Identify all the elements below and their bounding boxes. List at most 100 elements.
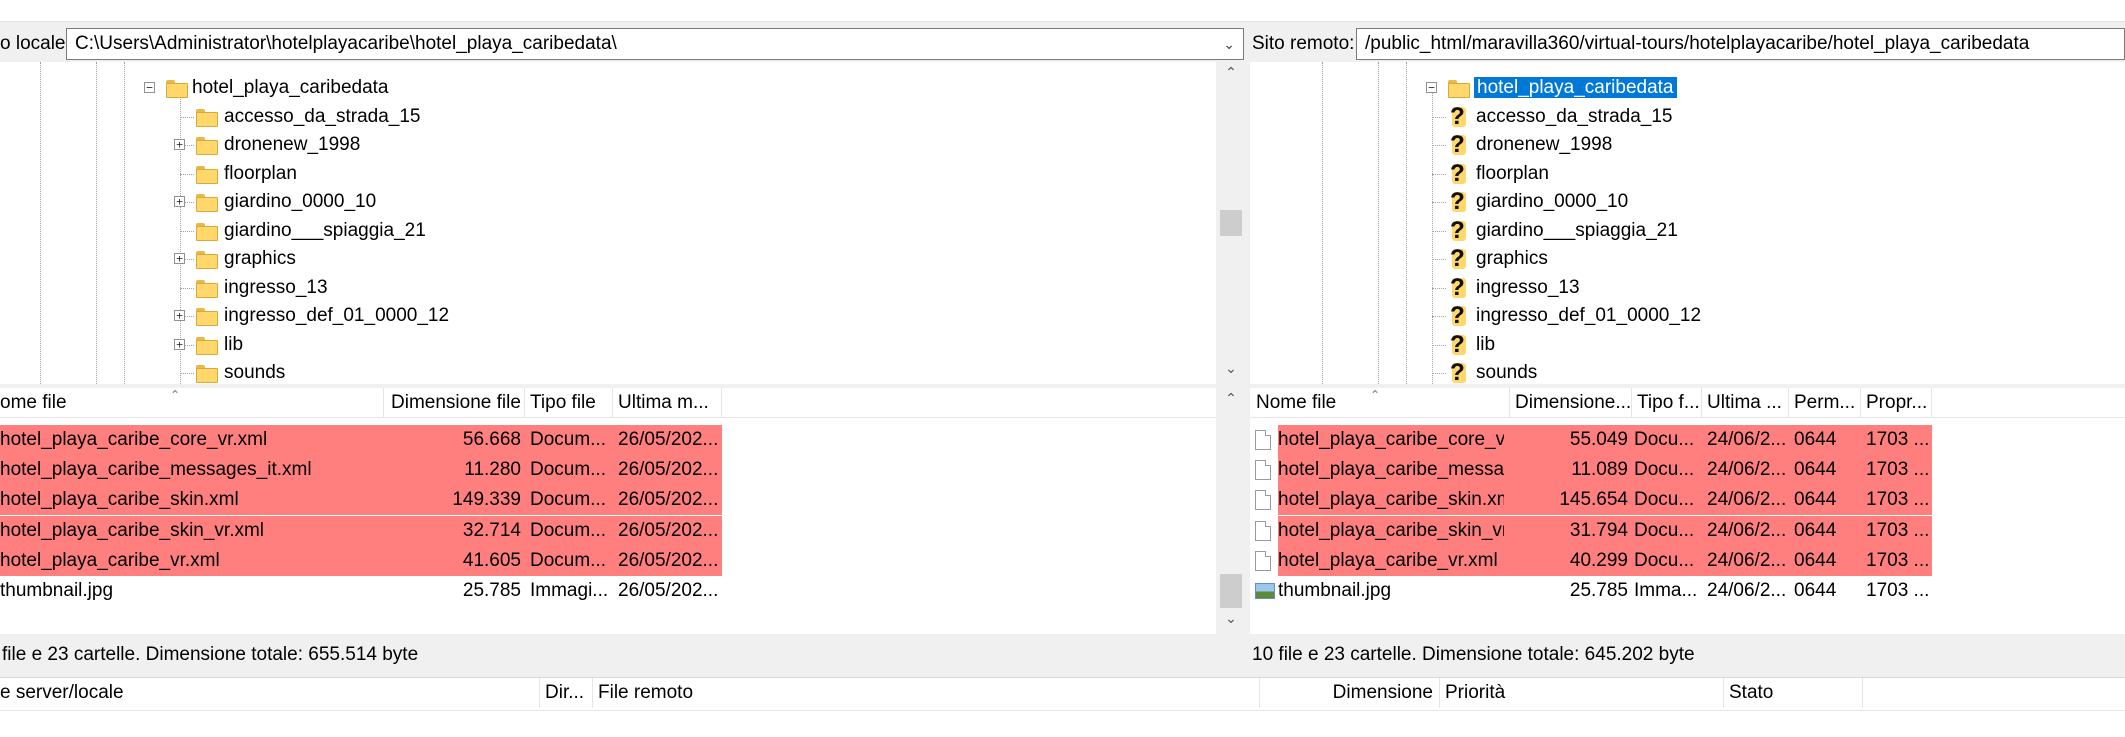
col-modified[interactable]: Ultima ... [1701, 388, 1789, 418]
collapse-icon[interactable]: − [144, 82, 155, 93]
tree-item[interactable]: dronenew_1998 [224, 131, 360, 159]
local-tree-scrollbar[interactable]: ⌃ ⌄ [1216, 62, 1246, 384]
tree-item-root[interactable]: hotel_playa_caribedata [1474, 74, 1677, 102]
file-row[interactable]: hotel_playa_caribe_core_vr.xml 56.668 Docu… [0, 425, 722, 455]
tree-item[interactable]: floorplan [224, 160, 297, 188]
file-owner: 1703 ... [1866, 580, 1930, 601]
file-icon [1255, 460, 1271, 481]
local-path-label: o locale: [0, 33, 71, 54]
queue-col-status[interactable]: Stato [1723, 678, 1863, 708]
col-size[interactable]: Dimensione file [385, 388, 525, 418]
file-row[interactable]: hotel_playa_caribe_skin_vr... 31.794 Docu.… [1255, 515, 1932, 546]
tree-item[interactable]: lib [224, 331, 243, 359]
folder-icon [196, 137, 218, 155]
expand-icon[interactable]: + [174, 338, 185, 350]
queue-col-priority[interactable]: Priorità [1439, 678, 1724, 708]
col-name[interactable]: ⌃ Nome file [1250, 388, 1510, 418]
tree-item[interactable]: floorplan [1476, 160, 1549, 188]
queue-list [0, 711, 2125, 737]
file-type: Docum... [530, 489, 607, 511]
tree-item[interactable]: dronenew_1998 [1476, 131, 1612, 159]
scroll-up-icon[interactable]: ⌃ [1216, 64, 1246, 81]
queue-col-server-local[interactable]: e server/locale [0, 678, 540, 708]
scroll-down-icon[interactable]: ⌄ [1216, 360, 1246, 377]
folder-icon [196, 251, 218, 269]
file-row[interactable]: thumbnail.jpg 25.785 Imma... 24/06/2... 0644… [1255, 576, 1932, 606]
file-owner: 1703 ... [1866, 519, 1930, 541]
tree-item[interactable]: graphics [224, 245, 296, 273]
file-row[interactable]: hotel_playa_caribe_skin.xml 145.654 Docu..… [1255, 485, 1932, 516]
local-file-scrollbar[interactable]: ⌃ ⌄ [1216, 388, 1246, 634]
col-type[interactable]: Tipo f... [1631, 388, 1702, 418]
file-row[interactable]: hotel_playa_caribe_vr.xml 40.299 Docu... 24… [1255, 545, 1932, 576]
folder-icon [196, 194, 218, 212]
col-permissions-label: Perm... [1794, 392, 1856, 413]
file-row[interactable]: thumbnail.jpg 25.785 Immagi... 26/05/202... [0, 576, 722, 606]
tree-item[interactable]: accesso_da_strada_15 [224, 103, 420, 131]
file-name: thumbnail.jpg [0, 580, 114, 601]
file-row[interactable]: hotel_playa_caribe_skin.xml 149.339 Docum.… [0, 485, 722, 516]
tree-item[interactable]: ingresso_def_01_0000_12 [224, 302, 449, 330]
chevron-down-icon[interactable]: ⌄ [1223, 29, 1235, 59]
collapse-icon[interactable]: − [1426, 82, 1437, 93]
scroll-thumb[interactable] [1220, 574, 1242, 608]
local-path-input[interactable]: C:\Users\Administrator\hotelplayacaribe\… [66, 28, 1244, 60]
tree-item[interactable]: giardino___spiaggia_21 [1476, 217, 1678, 245]
tree-item[interactable]: giardino_0000_10 [1476, 188, 1628, 216]
scroll-up-icon[interactable]: ⌃ [1216, 390, 1246, 407]
queue-col-remote-file[interactable]: File remoto [592, 678, 1260, 708]
scroll-down-icon[interactable]: ⌄ [1216, 610, 1246, 627]
tree-item[interactable]: graphics [1476, 245, 1548, 273]
expand-icon[interactable]: + [174, 196, 185, 207]
tree-item[interactable]: ingresso_13 [224, 274, 328, 302]
col-owner[interactable]: Propr... [1860, 388, 1932, 418]
file-size: 149.339 [452, 489, 521, 511]
file-row[interactable]: hotel_playa_caribe_core_v... 55.049 Docu..… [1255, 425, 1932, 455]
expand-icon[interactable]: + [174, 139, 185, 150]
unknown-folder-icon: ? [1450, 131, 1466, 158]
folder-icon [196, 279, 218, 298]
file-icon [1255, 550, 1271, 571]
file-name: hotel_playa_caribe_skin.xml [0, 489, 239, 511]
file-name: hotel_playa_caribe_skin_vr... [1278, 519, 1504, 541]
col-permissions[interactable]: Perm... [1788, 388, 1861, 418]
queue-col-direction[interactable]: Dir... [539, 678, 593, 708]
tree-item[interactable]: ingresso_def_01_0000_12 [1476, 302, 1701, 330]
tree-item[interactable]: sounds [1476, 359, 1537, 384]
queue-col-label: Dimensione [1332, 682, 1433, 703]
file-row[interactable]: hotel_playa_caribe_messa... 11.089 Docu...… [1255, 455, 1932, 486]
tree-item-root[interactable]: hotel_playa_caribedata [192, 74, 389, 102]
image-file-icon [1255, 583, 1275, 599]
queue-header: e server/locale Dir... File remoto Dimen… [0, 677, 2125, 711]
col-modified[interactable]: Ultima m... [612, 388, 722, 418]
expand-icon[interactable]: + [174, 253, 185, 264]
expand-icon[interactable]: + [174, 310, 185, 321]
local-file-header: ⌃ ome file Dimensione file Tipo file Ult… [0, 388, 1216, 418]
file-row[interactable]: hotel_playa_caribe_skin_vr.xml 32.714 Docu… [0, 515, 722, 546]
file-type: Docu... [1634, 459, 1695, 481]
tree-branch-line [180, 230, 194, 232]
col-modified-label: Ultima m... [618, 392, 709, 413]
tree-item[interactable]: giardino_0000_10 [224, 188, 376, 216]
folder-open-icon [1448, 80, 1470, 98]
tree-item[interactable]: accesso_da_strada_15 [1476, 103, 1672, 131]
file-size: 40.299 [1569, 549, 1628, 571]
remote-path-label: Sito remoto: [1252, 33, 1355, 54]
col-name[interactable]: ⌃ ome file [0, 388, 384, 418]
pane-splitter[interactable] [1246, 22, 1250, 670]
local-path-value: C:\Users\Administrator\hotelplayacaribe\… [75, 33, 617, 54]
tree-item[interactable]: lib [1476, 331, 1495, 359]
remote-path-input[interactable]: /public_html/maravilla360/virtual-tours/… [1356, 28, 2125, 60]
col-size[interactable]: Dimensione... [1509, 388, 1632, 418]
tree-branch-line [1432, 316, 1446, 317]
col-type[interactable]: Tipo file [524, 388, 613, 418]
tree-item[interactable]: giardino___spiaggia_21 [224, 217, 426, 245]
scroll-thumb[interactable] [1220, 210, 1242, 236]
remote-path-value: /public_html/maravilla360/virtual-tours/… [1365, 33, 2030, 54]
tree-item[interactable]: ingresso_13 [1476, 274, 1580, 302]
tree-guide-line [1322, 62, 1323, 384]
queue-col-size[interactable]: Dimensione [1259, 678, 1440, 708]
file-row[interactable]: hotel_playa_caribe_messages_it.xml 11.280… [0, 455, 722, 486]
tree-item[interactable]: sounds [224, 359, 285, 384]
file-row[interactable]: hotel_playa_caribe_vr.xml 41.605 Docum... 2… [0, 545, 722, 576]
